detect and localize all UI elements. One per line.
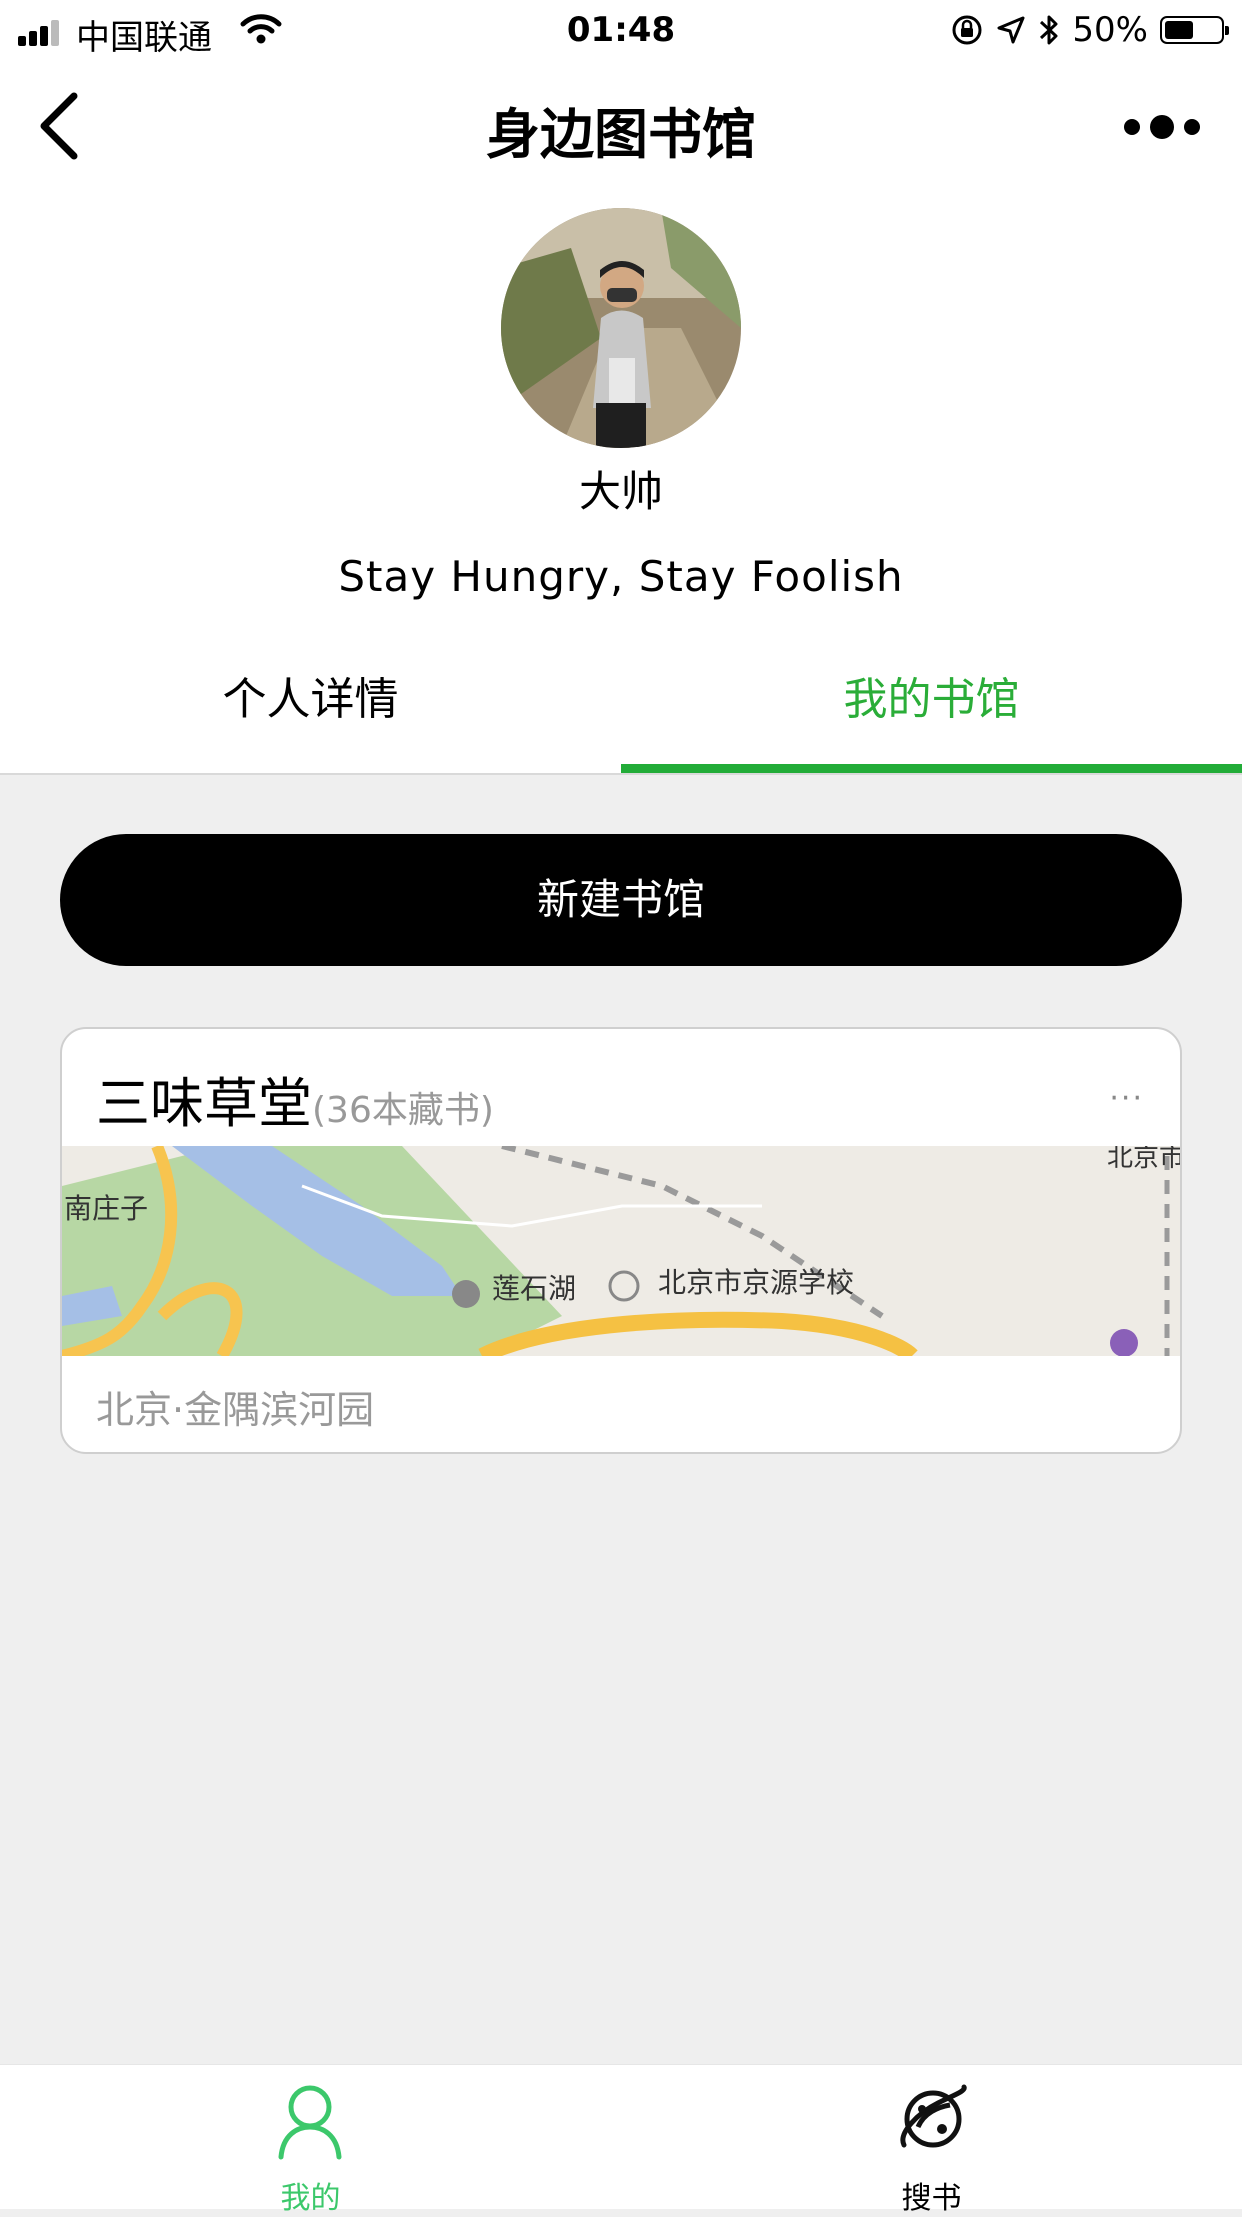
avatar-photo	[501, 208, 741, 448]
rotation-lock-icon	[952, 15, 982, 45]
library-address: 北京·金隅滨河园	[96, 1388, 375, 1432]
tab-my-library[interactable]: 我的书馆	[621, 660, 1242, 772]
map-label-corner: 北京市	[1107, 1146, 1182, 1172]
library-name: 三味草堂	[96, 1072, 312, 1135]
avatar[interactable]	[501, 208, 741, 448]
tab-personal-details[interactable]: 个人详情	[0, 660, 621, 772]
map-graphic: 南庄子 莲石湖 北京市京源学校 北京市	[62, 1142, 1182, 1364]
map-label-school: 北京市京源学校	[658, 1267, 854, 1298]
page-title: 身边图书馆	[486, 103, 756, 166]
active-tab-indicator	[621, 764, 1242, 773]
card-more-icon[interactable]: ···	[1109, 1081, 1144, 1116]
battery-percent: 50%	[1072, 10, 1148, 50]
user-icon	[278, 2085, 342, 2160]
location-icon	[997, 16, 1025, 44]
battery-icon	[1160, 16, 1229, 44]
user-motto: Stay Hungry, Stay Foolish	[338, 552, 904, 601]
library-card[interactable]: 三味草堂(36本藏书) ··· 南庄子 莲石湖 北京市京源学校 北京市 北京·金…	[60, 1027, 1182, 1454]
user-name: 大帅	[578, 467, 663, 516]
planet-icon	[900, 2084, 967, 2148]
nav-bar: 身边图书馆	[0, 62, 1242, 190]
status-bar: 中国联通 01:48 50%	[0, 0, 1242, 62]
bottom-tab-search-books[interactable]: 搜书	[621, 2065, 1242, 2216]
map-label-nanzhuangzi: 南庄子	[64, 1193, 148, 1224]
bottom-tab-mine-label: 我的	[280, 2181, 341, 2216]
library-map[interactable]: 南庄子 莲石湖 北京市京源学校 北京市	[62, 1142, 1182, 1364]
bottom-tab-search-label: 搜书	[901, 2181, 962, 2216]
library-book-count: (36本藏书)	[312, 1090, 494, 1131]
library-name-row: 三味草堂(36本藏书)	[96, 1059, 494, 1138]
more-dots-icon[interactable]	[1112, 102, 1212, 152]
bottom-tab-bar: 我的 搜书	[0, 2064, 1242, 2216]
bottom-tab-mine[interactable]: 我的	[0, 2065, 621, 2216]
new-library-button[interactable]: 新建书馆	[60, 834, 1182, 966]
bluetooth-icon	[1040, 15, 1058, 45]
map-label-lianshihu: 莲石湖	[492, 1273, 576, 1304]
tab-divider	[0, 773, 1242, 775]
